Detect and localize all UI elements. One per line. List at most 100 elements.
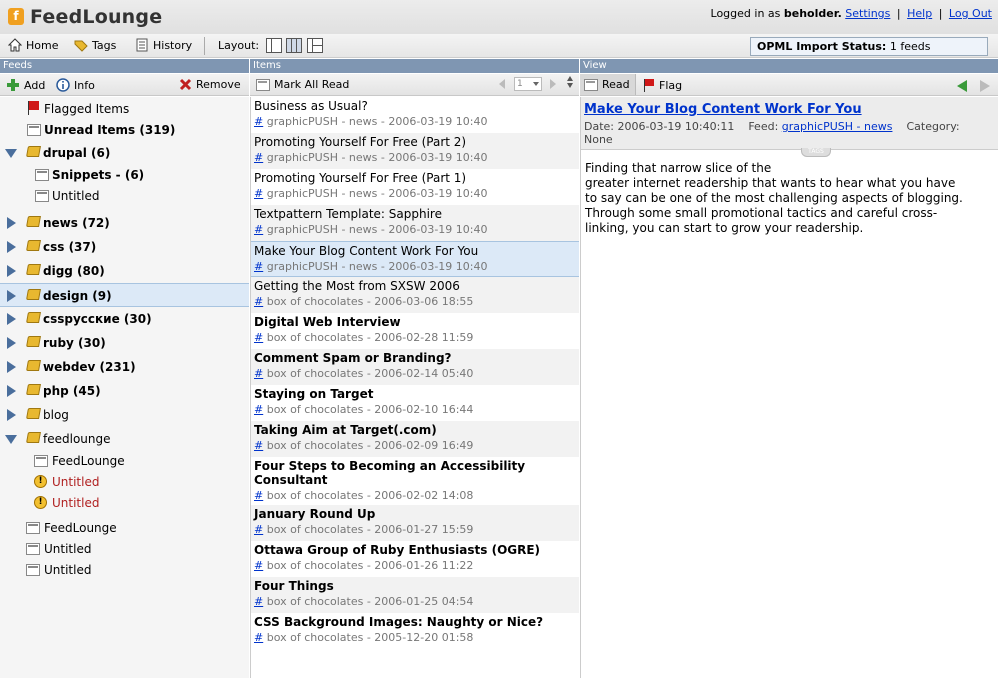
item-title: January Round Up: [254, 507, 376, 521]
flag-button[interactable]: Flag: [643, 78, 682, 92]
next-page-icon[interactable]: [550, 79, 556, 89]
tag-folder-row[interactable]: digg (80): [0, 259, 249, 283]
expand-triangle-icon[interactable]: [7, 385, 16, 397]
layout-stacked-button[interactable]: [307, 38, 323, 53]
expand-triangle-icon[interactable]: [7, 409, 16, 421]
article-title-link[interactable]: Make Your Blog Content Work For You: [584, 102, 862, 117]
item-permalink[interactable]: #: [254, 595, 263, 608]
item-permalink[interactable]: #: [254, 151, 263, 164]
item-permalink[interactable]: #: [254, 187, 263, 200]
item-row[interactable]: Textpattern Template: Sapphire # graphicP…: [251, 205, 579, 241]
item-row[interactable]: Taking Aim at Target(.com) # box of choco…: [251, 421, 579, 457]
item-permalink[interactable]: #: [254, 260, 263, 273]
tag-folder-row[interactable]: cssрусские (30): [0, 307, 249, 331]
expand-triangle-icon[interactable]: [7, 361, 16, 373]
settings-link[interactable]: Settings: [845, 7, 890, 20]
item-row[interactable]: Digital Web Interview # box of chocolates…: [251, 313, 579, 349]
next-item-icon[interactable]: [980, 80, 990, 92]
feed-item-row[interactable]: Untitled: [0, 184, 249, 208]
tag-folder-row[interactable]: feedlounge: [0, 427, 249, 451]
tag-folder-row[interactable]: drupal (6): [0, 141, 249, 165]
item-permalink[interactable]: #: [254, 295, 263, 308]
item-permalink[interactable]: #: [254, 631, 263, 644]
item-row[interactable]: Business as Usual? # graphicPUSH - news -…: [251, 97, 579, 133]
feed-item-row[interactable]: Unread Items (319): [0, 118, 249, 142]
item-permalink[interactable]: #: [254, 331, 263, 344]
item-permalink[interactable]: #: [254, 367, 263, 380]
prev-page-icon[interactable]: [499, 79, 505, 89]
history-icon: [136, 38, 148, 52]
help-link[interactable]: Help: [907, 7, 932, 20]
tag-folder-row[interactable]: webdev (231): [0, 355, 249, 379]
item-permalink[interactable]: #: [254, 523, 263, 536]
item-title: Make Your Blog Content Work For You: [254, 244, 479, 258]
item-source-date: graphicPUSH - news - 2006-03-19 10:40: [266, 151, 488, 164]
tag-folder-row[interactable]: news (72): [0, 211, 249, 235]
item-row[interactable]: Make Your Blog Content Work For You # gra…: [251, 241, 579, 277]
add-feed-button[interactable]: Add: [6, 78, 45, 92]
article-feed-link[interactable]: graphicPUSH - news: [782, 120, 893, 133]
layout-three-pane-button[interactable]: [286, 38, 302, 53]
page-number: 1: [517, 79, 523, 89]
sort-toggle[interactable]: [567, 76, 573, 88]
layout-two-pane-button[interactable]: [266, 38, 282, 53]
add-label: Add: [24, 78, 46, 92]
tag-folder-row[interactable]: php (45): [0, 379, 249, 403]
item-meta: # box of chocolates - 2006-01-27 15:59: [254, 523, 577, 537]
tag-icon: [26, 216, 41, 227]
item-permalink[interactable]: #: [254, 115, 263, 128]
history-button[interactable]: History: [135, 38, 192, 52]
expand-triangle-icon[interactable]: [7, 313, 16, 325]
item-row[interactable]: Comment Spam or Branding? # box of chocol…: [251, 349, 579, 385]
read-button[interactable]: Read: [584, 78, 630, 91]
expand-triangle-icon[interactable]: [7, 217, 16, 229]
tag-folder-row[interactable]: css (37): [0, 235, 249, 259]
tag-icon: [26, 384, 41, 395]
tag-folder-row[interactable]: design (9): [0, 283, 249, 307]
tag-folder-row[interactable]: blog: [0, 403, 249, 427]
feed-label: feedlounge: [43, 432, 111, 446]
page-select[interactable]: 1: [514, 77, 542, 91]
tag-folder-row[interactable]: ruby (30): [0, 331, 249, 355]
item-row[interactable]: January Round Up # box of chocolates - 20…: [251, 505, 579, 541]
item-row[interactable]: Promoting Yourself For Free (Part 1) # gr…: [251, 169, 579, 205]
tag-icon: [26, 432, 41, 443]
item-permalink[interactable]: #: [254, 403, 263, 416]
read-icon: [584, 78, 598, 91]
feed-label: Untitled: [44, 563, 92, 577]
info-button[interactable]: Info: [56, 78, 95, 92]
item-row[interactable]: Four Things # box of chocolates - 2006-01…: [251, 577, 579, 613]
item-title: Business as Usual?: [254, 99, 368, 113]
item-row[interactable]: Getting the Most from SXSW 2006 # box of …: [251, 277, 579, 313]
collapse-triangle-icon[interactable]: [5, 435, 17, 444]
previous-item-icon[interactable]: [957, 80, 967, 92]
item-row[interactable]: Staying on Target # box of chocolates - 2…: [251, 385, 579, 421]
item-row[interactable]: Promoting Yourself For Free (Part 2) # gr…: [251, 133, 579, 169]
item-row[interactable]: Ottawa Group of Ruby Enthusiasts (OGRE) #…: [251, 541, 579, 577]
expand-triangle-icon[interactable]: [7, 241, 16, 253]
tags-button[interactable]: Tags: [74, 38, 116, 52]
item-permalink[interactable]: #: [254, 489, 263, 502]
info-icon: [56, 78, 70, 92]
item-source-date: graphicPUSH - news - 2006-03-19 10:40: [266, 260, 488, 273]
item-permalink[interactable]: #: [254, 223, 263, 236]
feed-item-row[interactable]: Untitled: [0, 558, 249, 582]
mark-all-read-button[interactable]: Mark All Read: [256, 78, 349, 91]
item-permalink[interactable]: #: [254, 559, 263, 572]
expand-triangle-icon[interactable]: [7, 265, 16, 277]
logout-link[interactable]: Log Out: [949, 7, 992, 20]
tags-toggle-tab[interactable]: TAGS: [801, 148, 831, 157]
expand-triangle-icon[interactable]: [7, 290, 16, 302]
item-row[interactable]: Four Steps to Becoming an Accessibility …: [251, 457, 579, 505]
remove-feed-button[interactable]: Remove: [179, 78, 241, 91]
expand-triangle-icon[interactable]: [7, 337, 16, 349]
toolbar-divider: [204, 37, 205, 55]
feed-item-row[interactable]: ! Untitled: [0, 491, 249, 515]
item-permalink[interactable]: #: [254, 439, 263, 452]
collapse-triangle-icon[interactable]: [5, 149, 17, 158]
item-row[interactable]: CSS Background Images: Naughty or Nice? #…: [251, 613, 579, 649]
sort-down-icon: [567, 83, 573, 88]
item-title: Digital Web Interview: [254, 315, 401, 329]
home-button[interactable]: Home: [8, 38, 58, 52]
opml-import-status: OPML Import Status: 1 feeds remaining: [750, 37, 988, 70]
